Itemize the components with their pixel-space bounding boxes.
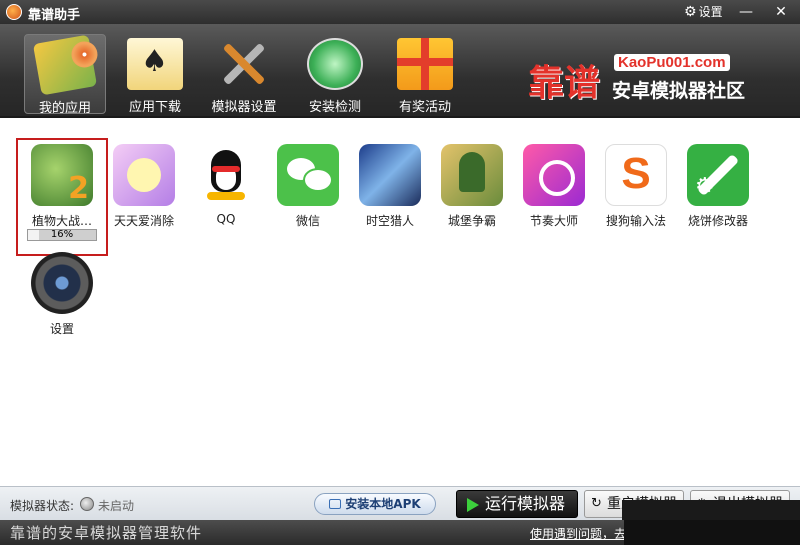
brand-name: 靠谱 <box>528 62 601 104</box>
settings-label: 设置 <box>698 5 723 19</box>
install-progress-bar: 16% <box>27 229 97 241</box>
tab-rewards[interactable]: 有奖活动 <box>384 34 466 115</box>
footer-overlay <box>624 520 800 545</box>
app-label: 植物大战… <box>31 214 92 228</box>
app-qq[interactable]: QQ <box>185 144 267 226</box>
tab-label: 有奖活动 <box>398 100 451 115</box>
app-label: 时空猎人 <box>365 214 414 228</box>
run-label: 运行模拟器 <box>485 494 566 513</box>
app-modifier[interactable]: 烧饼修改器 <box>677 144 759 229</box>
app-label: 城堡争霸 <box>447 214 496 228</box>
wechat-icon <box>277 144 339 206</box>
gear-icon: ⚙ <box>684 3 697 20</box>
app-settings[interactable]: 设置 <box>21 252 103 337</box>
brand-logo: 靠谱 KaoPu001.com 安卓模拟器社区 <box>528 52 750 116</box>
status-dot-icon <box>80 497 94 511</box>
plants-vs-zombies-icon <box>31 144 93 206</box>
my-apps-icon <box>32 34 98 96</box>
app-rhythm-master[interactable]: 节奏大师 <box>513 144 595 229</box>
tab-label: 我的应用 <box>38 101 91 116</box>
castle-icon <box>441 144 503 206</box>
play-icon <box>467 498 479 512</box>
footer-tagline: 靠谱的安卓模拟器管理软件 <box>10 524 203 542</box>
modifier-icon <box>687 144 749 206</box>
wolf-icon <box>359 144 421 206</box>
app-sogou-input[interactable]: 搜狗输入法 <box>595 144 677 229</box>
tab-my-apps[interactable]: 我的应用 <box>24 34 106 116</box>
window-title: 靠谱助手 <box>28 8 81 23</box>
apk-icon <box>329 499 342 509</box>
tiantian-icon <box>113 144 175 206</box>
brand-url: KaoPu001.com <box>614 54 730 71</box>
app-label: QQ <box>216 212 236 226</box>
tools-icon <box>216 38 272 90</box>
install-check-icon <box>307 38 363 90</box>
progress-text: 16% <box>50 229 74 240</box>
tab-label: 模拟器设置 <box>211 100 277 115</box>
brand-subtitle: 安卓模拟器社区 <box>612 80 746 102</box>
app-grid: 植物大战… 16% 天天爱消除 QQ 微信 时空猎人 城堡争霸 节奏大师 搜狗输… <box>0 120 800 486</box>
qq-icon <box>195 144 257 206</box>
tab-install-check[interactable]: 安装检测 <box>294 34 376 115</box>
emulator-state-value: 未启动 <box>98 499 135 513</box>
emulator-state-label: 模拟器状态: <box>10 499 75 513</box>
app-plants-vs-zombies[interactable]: 植物大战… <box>21 144 103 229</box>
settings-link[interactable]: ⚙ 设置 <box>684 3 723 20</box>
sogou-icon <box>605 144 667 206</box>
app-label: 微信 <box>295 214 320 228</box>
gift-icon <box>397 38 453 90</box>
app-logo-icon <box>6 4 22 20</box>
install-apk-button[interactable]: 安装本地APK <box>314 493 436 515</box>
footer-bar: 靠谱的安卓模拟器管理软件 使用遇到问题，去靠谱论坛 <box>0 520 800 545</box>
tab-label: 应用下载 <box>128 100 181 115</box>
app-label: 天天爱消除 <box>113 214 174 228</box>
app-wechat[interactable]: 微信 <box>267 144 349 229</box>
app-time-hunter[interactable]: 时空猎人 <box>349 144 431 229</box>
refresh-icon: ↻ <box>591 496 602 511</box>
minimize-button[interactable]: — <box>735 2 757 22</box>
app-tiantian[interactable]: 天天爱消除 <box>103 144 185 229</box>
tab-emulator-settings[interactable]: 模拟器设置 <box>203 34 285 115</box>
app-label: 设置 <box>49 322 74 336</box>
rhythm-icon <box>523 144 585 206</box>
run-emulator-button[interactable]: 运行模拟器 <box>456 490 578 518</box>
settings-icon <box>31 252 93 314</box>
app-label: 节奏大师 <box>529 214 578 228</box>
title-bar: 靠谱助手 ⚙ 设置 — ✕ <box>0 0 800 24</box>
install-apk-label: 安装本地APK <box>345 497 421 511</box>
close-button[interactable]: ✕ <box>770 2 792 22</box>
app-castle-clash[interactable]: 城堡争霸 <box>431 144 513 229</box>
status-overlay <box>622 500 800 520</box>
tab-app-download[interactable]: 应用下载 <box>114 34 196 115</box>
tab-label: 安装检测 <box>308 100 361 115</box>
main-toolbar: 我的应用 应用下载 模拟器设置 安装检测 有奖活动 靠谱 KaoPu001.co… <box>0 24 800 118</box>
app-label: 搜狗输入法 <box>605 214 666 228</box>
app-label: 烧饼修改器 <box>687 214 748 228</box>
app-download-icon <box>127 38 183 90</box>
